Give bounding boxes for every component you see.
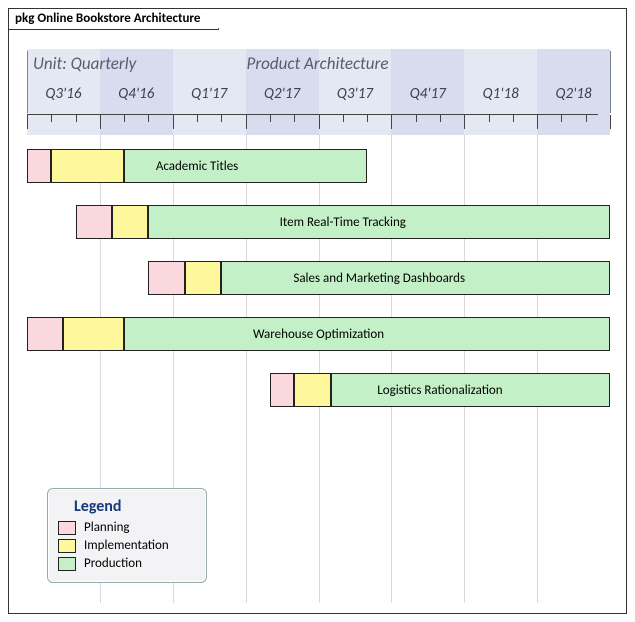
quarter-label: Q1'17 xyxy=(191,85,227,103)
bar-production xyxy=(124,149,367,183)
timeline-band: Unit: Quarterly Product Architecture Q3'… xyxy=(27,49,608,135)
bar-implementation xyxy=(51,149,124,183)
unit-label: Unit: Quarterly xyxy=(33,53,136,74)
bar-planning xyxy=(76,205,112,239)
bar-implementation xyxy=(112,205,148,239)
frame-title: pkg Online Bookstore Architecture xyxy=(15,11,200,26)
frame-title-tab: pkg Online Bookstore Architecture xyxy=(8,8,219,30)
legend-label-implementation: Implementation xyxy=(84,538,169,553)
bar-implementation xyxy=(63,317,124,351)
quarter-label: Q2'18 xyxy=(556,85,592,103)
bar-production xyxy=(148,205,610,239)
gantt-row: Warehouse Optimization xyxy=(27,317,608,351)
bar-implementation xyxy=(185,261,221,295)
bar-planning xyxy=(148,261,184,295)
band-headers: Unit: Quarterly Product Architecture xyxy=(27,53,608,75)
quarter-label: Q3'16 xyxy=(45,85,81,103)
bar-implementation xyxy=(294,373,330,407)
bar-production xyxy=(124,317,610,351)
legend-title: Legend xyxy=(74,497,192,516)
quarter-labels: Q3'16 Q4'16 Q1'17 Q2'17 Q3'17 Q4'17 Q1'18 Q2'18 xyxy=(27,85,608,107)
swatch-implementation xyxy=(58,539,76,553)
legend-label-planning: Planning xyxy=(84,520,130,535)
chart-title: Product Architecture xyxy=(247,53,389,74)
bar-production xyxy=(331,373,610,407)
swatch-production xyxy=(58,557,76,571)
diagram-frame: pkg Online Bookstore Architecture Unit: … xyxy=(8,8,627,614)
swatch-planning xyxy=(58,521,76,535)
legend-box: Legend Planning Implementation Productio… xyxy=(47,488,207,583)
bar-planning xyxy=(27,149,51,183)
legend-item-production: Production xyxy=(58,556,192,571)
quarter-label: Q4'17 xyxy=(410,85,446,103)
quarter-label: Q2'17 xyxy=(264,85,300,103)
gantt-row: Academic Titles xyxy=(27,149,608,183)
bar-production xyxy=(221,261,610,295)
gantt-row: Logistics Rationalization xyxy=(27,373,608,407)
quarter-label: Q1'18 xyxy=(483,85,519,103)
chart-area: Unit: Quarterly Product Architecture Q3'… xyxy=(27,49,608,603)
bar-planning xyxy=(270,373,294,407)
gantt-row: Sales and Marketing Dashboards xyxy=(27,261,608,295)
timeline-axis xyxy=(27,114,598,134)
legend-label-production: Production xyxy=(84,556,142,571)
bar-planning xyxy=(27,317,63,351)
quarter-label: Q3'17 xyxy=(337,85,373,103)
quarter-label: Q4'16 xyxy=(118,85,154,103)
gantt-row: Item Real-Time Tracking xyxy=(27,205,608,239)
legend-item-planning: Planning xyxy=(58,520,192,535)
legend-item-implementation: Implementation xyxy=(58,538,192,553)
